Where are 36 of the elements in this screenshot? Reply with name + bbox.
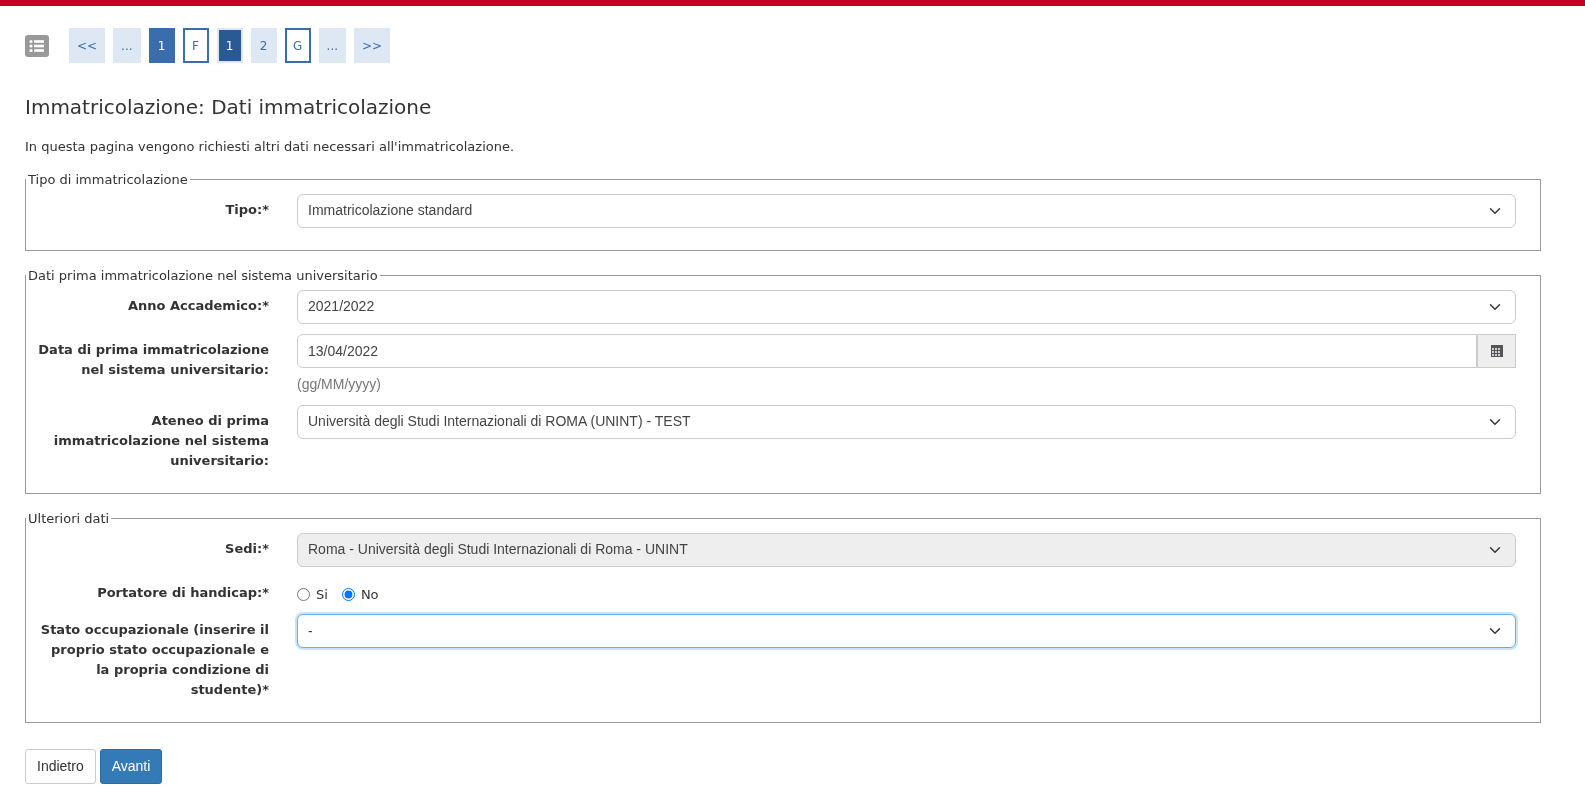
next-button[interactable]: Avanti — [99, 749, 163, 784]
page-link[interactable]: << — [69, 28, 106, 63]
page-link[interactable]: 1 — [148, 28, 175, 63]
back-button[interactable]: Indietro — [25, 749, 96, 784]
radio-button[interactable] — [341, 587, 355, 601]
radio-label[interactable]: No — [360, 584, 379, 604]
field-label: Stato occupazionale (inserire il proprio stato occupazionale e la propria condizione di studente)* — [39, 621, 269, 699]
radio-button[interactable] — [297, 587, 310, 601]
calendar-icon — [1490, 344, 1503, 357]
dropdown-field[interactable]: - — [297, 614, 1516, 648]
page-link[interactable]: 1 — [216, 28, 243, 63]
section-legend: Ulteriori dati — [26, 511, 112, 525]
calendar-button[interactable] — [1477, 333, 1516, 368]
page-link[interactable]: ... — [318, 28, 346, 63]
field-label: Anno Accademico:* — [126, 296, 269, 315]
dropdown-field[interactable]: 2021/2022 — [297, 289, 1516, 324]
page-link[interactable]: G — [284, 28, 311, 63]
format-hint: (gg/MM/yyyy) — [297, 374, 382, 394]
dropdown-field[interactable]: Università degli Studi Internazionali di ROMA (UNINT) - TEST — [297, 404, 1516, 439]
section-legend: Tipo di immatricolazione — [26, 172, 190, 186]
field-label: Portatore di handicap:* — [96, 583, 269, 602]
page-link[interactable]: 2 — [250, 28, 277, 63]
field-label: Data di prima immatricolazione nel sistema universitario: — [37, 340, 269, 379]
page-link[interactable]: ... — [113, 28, 141, 63]
dropdown-field[interactable]: Immatricolazione standard — [297, 193, 1516, 228]
field-label: Ateneo di prima immatricolazione nel sistema universitario: — [52, 411, 269, 470]
page-title: Immatricolazione: Dati immatricolazione — [25, 95, 433, 119]
field-label: Tipo:* — [224, 200, 269, 219]
intro-text: In questa pagina vengono richiesti altri dati necessari all'immatricolazione. — [25, 138, 516, 156]
date-field[interactable]: 13/04/2022 — [297, 333, 1478, 368]
field-label: Sedi:* — [224, 539, 269, 558]
list-icon[interactable] — [25, 34, 49, 57]
radio-label[interactable]: Si — [316, 584, 328, 604]
section-legend: Dati prima immatricolazione nel sistema universitario — [26, 268, 380, 282]
page-link[interactable]: >> — [354, 28, 391, 63]
page-link[interactable]: F — [182, 28, 209, 63]
